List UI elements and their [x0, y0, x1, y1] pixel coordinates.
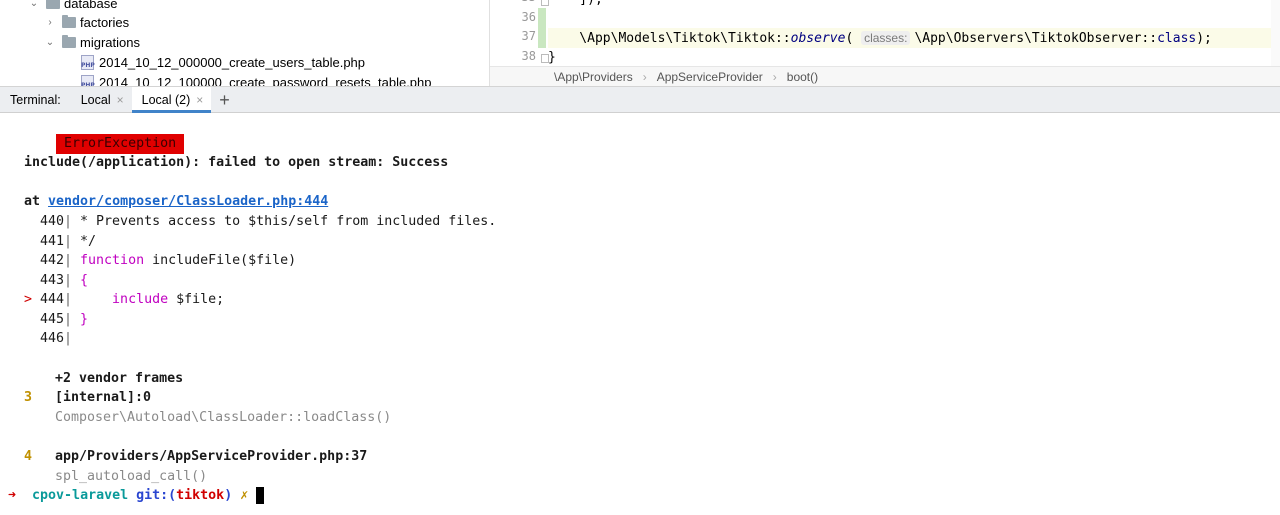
terminal-tab-bar: Terminal: Local × Local (2) × +	[0, 86, 1280, 113]
php-file-icon: PHP	[81, 74, 95, 86]
prompt-branch: tiktok	[176, 488, 225, 503]
tree-item-factories[interactable]: › factories	[44, 12, 129, 32]
error-message: include(/application): failed to open st…	[24, 155, 449, 170]
source-line: 440| * Prevents access to $this/self fro…	[39, 214, 497, 229]
chevron-down-icon[interactable]: ⌄	[28, 0, 40, 9]
frame-call: Composer\Autoload\ClassLoader::loadClass…	[55, 410, 392, 425]
terminal-output[interactable]: ErrorException include(/application): fa…	[0, 113, 1280, 515]
editor-scrollbar[interactable]	[1271, 0, 1280, 66]
code-editor[interactable]: 35 36 37 38 ]); \App\Models\Tiktok\Tikto…	[489, 0, 1280, 86]
tree-item-migrations[interactable]: ⌄ migrations	[44, 32, 140, 52]
breadcrumb-item[interactable]: AppServiceProvider	[657, 70, 763, 84]
tab-label: Local	[80, 92, 111, 107]
vcs-change-marker[interactable]	[538, 8, 546, 48]
source-file-link[interactable]: vendor/composer/ClassLoader.php:444	[48, 194, 328, 209]
line-number: 38	[521, 49, 536, 63]
line-number: 36	[521, 10, 536, 24]
source-line: 445| }	[39, 312, 89, 327]
tree-item-label: factories	[80, 14, 130, 30]
source-line: 442| function includeFile($file)	[39, 253, 297, 268]
source-line: 441| */	[39, 234, 97, 249]
tree-item-label: database	[64, 0, 118, 11]
chevron-right-icon: ›	[772, 69, 777, 84]
add-tab-button[interactable]: +	[219, 91, 230, 109]
tree-item-create-password-resets-table[interactable]: PHP 2014_10_12_100000_create_password_re…	[81, 72, 432, 86]
frame-call: spl_autoload_call()	[55, 469, 208, 484]
close-icon[interactable]: ×	[117, 93, 124, 107]
vendor-frames-note: +2 vendor frames	[55, 371, 184, 386]
frame-location: app/Providers/AppServiceProvider.php:37	[55, 449, 368, 464]
frame-index: 3	[24, 390, 33, 405]
tree-item-create-users-table[interactable]: PHP 2014_10_12_000000_create_users_table…	[81, 52, 365, 72]
folder-icon	[62, 14, 76, 28]
source-line: 443| {	[39, 273, 89, 288]
line-number: 37	[521, 29, 536, 43]
chevron-right-icon[interactable]: ›	[44, 16, 56, 28]
php-file-icon: PHP	[81, 54, 95, 70]
parameter-hint: classes:	[861, 31, 911, 45]
breadcrumb: \App\Providers › AppServiceProvider › bo…	[490, 66, 1280, 86]
tab-local-2[interactable]: Local (2) ×	[131, 87, 212, 113]
tree-item-label: migrations	[80, 34, 140, 50]
prompt-directory: cpov-laravel	[32, 488, 129, 503]
error-location: at vendor/composer/ClassLoader.php:444	[24, 194, 329, 209]
frame-index: 4	[24, 449, 33, 464]
line-number: 35	[490, 0, 536, 4]
source-line-highlighted: >444| include $file;	[24, 292, 225, 307]
chevron-down-icon[interactable]: ⌄	[44, 36, 56, 48]
chevron-right-icon: ›	[642, 69, 647, 84]
error-badge: ErrorException	[56, 134, 185, 154]
close-icon[interactable]: ×	[196, 93, 203, 107]
folder-icon	[62, 34, 76, 48]
project-tree: ⌄ database › factories ⌄ migrations PHP …	[0, 0, 488, 86]
tree-item-label: 2014_10_12_000000_create_users_table.php	[99, 54, 366, 70]
tree-item-label: 2014_10_12_100000_create_password_resets…	[99, 74, 432, 87]
tab-local[interactable]: Local ×	[71, 87, 132, 112]
terminal-cursor	[256, 486, 265, 504]
frame-location: [internal]:0	[55, 390, 152, 405]
source-line: 446|	[39, 331, 73, 346]
dirty-icon: ✗	[240, 488, 249, 503]
prompt-arrow-icon: ➜	[8, 488, 17, 503]
terminal-title: Terminal:	[10, 92, 61, 107]
breadcrumb-item[interactable]: boot()	[787, 70, 818, 84]
tab-label: Local (2)	[141, 92, 191, 107]
code-line[interactable]	[548, 9, 1280, 29]
shell-prompt[interactable]: ➜ cpov-laravel git:(tiktok) ✗	[8, 486, 265, 506]
code-line[interactable]: }	[548, 48, 1280, 68]
folder-icon	[46, 0, 60, 9]
code-line-current[interactable]: \App\Models\Tiktok\Tiktok::observe( clas…	[548, 28, 1280, 48]
breadcrumb-item[interactable]: \App\Providers	[554, 70, 633, 84]
